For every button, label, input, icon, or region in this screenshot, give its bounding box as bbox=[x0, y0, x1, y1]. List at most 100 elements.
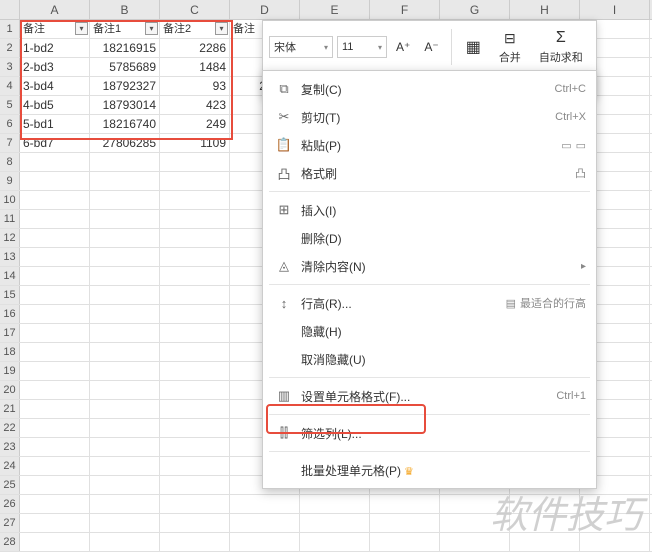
cell-B13[interactable] bbox=[90, 248, 160, 266]
row-header[interactable]: 24 bbox=[0, 457, 20, 475]
cell-C4[interactable]: 93 bbox=[160, 77, 230, 95]
cell-D28[interactable] bbox=[230, 533, 300, 551]
row-header[interactable]: 18 bbox=[0, 343, 20, 361]
cell-A16[interactable] bbox=[20, 305, 90, 323]
row-header[interactable]: 15 bbox=[0, 286, 20, 304]
cell-A15[interactable] bbox=[20, 286, 90, 304]
cell-D27[interactable] bbox=[230, 514, 300, 532]
paste-options[interactable]: ▭▭ bbox=[561, 139, 586, 152]
cell-B14[interactable] bbox=[90, 267, 160, 285]
row-header[interactable]: 20 bbox=[0, 381, 20, 399]
autosum-button[interactable]: Σ自动求和 bbox=[532, 25, 590, 69]
row-header[interactable]: 2 bbox=[0, 39, 20, 57]
cell-A26[interactable] bbox=[20, 495, 90, 513]
row-header[interactable]: 28 bbox=[0, 533, 20, 551]
cell-H28[interactable] bbox=[510, 533, 580, 551]
cell-C25[interactable] bbox=[160, 476, 230, 494]
col-header-E[interactable]: E bbox=[300, 0, 370, 19]
cell-I26[interactable] bbox=[580, 495, 650, 513]
cell-B12[interactable] bbox=[90, 229, 160, 247]
cell-C23[interactable] bbox=[160, 438, 230, 456]
cell-C17[interactable] bbox=[160, 324, 230, 342]
cell-C2[interactable]: 2286 bbox=[160, 39, 230, 57]
cell-A17[interactable] bbox=[20, 324, 90, 342]
table-style-button[interactable]: ▦ bbox=[459, 25, 488, 69]
cell-B6[interactable]: 18216740 bbox=[90, 115, 160, 133]
row-header[interactable]: 12 bbox=[0, 229, 20, 247]
row-header[interactable]: 4 bbox=[0, 77, 20, 95]
row-header[interactable]: 1 bbox=[0, 20, 20, 38]
cell-B27[interactable] bbox=[90, 514, 160, 532]
col-header-H[interactable]: H bbox=[510, 0, 580, 19]
cell-C12[interactable] bbox=[160, 229, 230, 247]
row-header[interactable]: 10 bbox=[0, 191, 20, 209]
cell-B2[interactable]: 18216915 bbox=[90, 39, 160, 57]
cell-A22[interactable] bbox=[20, 419, 90, 437]
menu-delete[interactable]: 删除(D) bbox=[263, 224, 596, 252]
menu-format-cells[interactable]: ▥ 设置单元格格式(F)... Ctrl+1 bbox=[263, 382, 596, 410]
cell-C10[interactable] bbox=[160, 191, 230, 209]
cell-C21[interactable] bbox=[160, 400, 230, 418]
cell-A3[interactable]: 2-bd3 bbox=[20, 58, 90, 76]
col-header-C[interactable]: C bbox=[160, 0, 230, 19]
cell-A20[interactable] bbox=[20, 381, 90, 399]
cell-A6[interactable]: 5-bd1 bbox=[20, 115, 90, 133]
cell-C6[interactable]: 249 bbox=[160, 115, 230, 133]
cell-C22[interactable] bbox=[160, 419, 230, 437]
row-header[interactable]: 8 bbox=[0, 153, 20, 171]
cell-C7[interactable]: 1109 bbox=[160, 134, 230, 152]
cell-A18[interactable] bbox=[20, 343, 90, 361]
cell-B10[interactable] bbox=[90, 191, 160, 209]
cell-A27[interactable] bbox=[20, 514, 90, 532]
col-header-I[interactable]: I bbox=[580, 0, 650, 19]
cell-A13[interactable] bbox=[20, 248, 90, 266]
cell-A25[interactable] bbox=[20, 476, 90, 494]
cell-B17[interactable] bbox=[90, 324, 160, 342]
paint-option[interactable]: 凸 bbox=[575, 165, 586, 181]
menu-format-painter[interactable]: 凸 格式刷 凸 bbox=[263, 159, 596, 187]
menu-clear[interactable]: ◬ 清除内容(N) ▸ bbox=[263, 252, 596, 280]
cell-C24[interactable] bbox=[160, 457, 230, 475]
col-header-G[interactable]: G bbox=[440, 0, 510, 19]
cell-B4[interactable]: 18792327 bbox=[90, 77, 160, 95]
cell-B21[interactable] bbox=[90, 400, 160, 418]
cell-B20[interactable] bbox=[90, 381, 160, 399]
cell-B5[interactable]: 18793014 bbox=[90, 96, 160, 114]
select-all-corner[interactable] bbox=[0, 0, 20, 19]
best-row-height[interactable]: ▤最适合的行高 bbox=[506, 295, 586, 311]
row-header[interactable]: 14 bbox=[0, 267, 20, 285]
cell-A9[interactable] bbox=[20, 172, 90, 190]
cell-A24[interactable] bbox=[20, 457, 90, 475]
menu-batch-process[interactable]: 批量处理单元格(P)♛ bbox=[263, 456, 596, 484]
cell-C15[interactable] bbox=[160, 286, 230, 304]
font-select[interactable]: 宋体▾ bbox=[269, 36, 333, 58]
cell-A23[interactable] bbox=[20, 438, 90, 456]
row-header[interactable]: 19 bbox=[0, 362, 20, 380]
cell-C27[interactable] bbox=[160, 514, 230, 532]
row-header[interactable]: 17 bbox=[0, 324, 20, 342]
increase-font-button[interactable]: A⁺ bbox=[391, 36, 415, 58]
col-header-B[interactable]: B bbox=[90, 0, 160, 19]
col-header-F[interactable]: F bbox=[370, 0, 440, 19]
cell-C16[interactable] bbox=[160, 305, 230, 323]
cell-A28[interactable] bbox=[20, 533, 90, 551]
cell-F26[interactable] bbox=[370, 495, 440, 513]
cell-G26[interactable] bbox=[440, 495, 510, 513]
cell-B24[interactable] bbox=[90, 457, 160, 475]
menu-row-height[interactable]: ↕ 行高(R)... ▤最适合的行高 bbox=[263, 289, 596, 317]
font-size-select[interactable]: 11▾ bbox=[337, 36, 387, 58]
row-header[interactable]: 6 bbox=[0, 115, 20, 133]
cell-D26[interactable] bbox=[230, 495, 300, 513]
cell-B11[interactable] bbox=[90, 210, 160, 228]
cell-A7[interactable]: 6-bd7 bbox=[20, 134, 90, 152]
col-header-D[interactable]: D bbox=[230, 0, 300, 19]
menu-unhide[interactable]: 取消隐藏(U) bbox=[263, 345, 596, 373]
menu-filter-column[interactable]: ⫿⫿ 筛选列(L)... bbox=[263, 419, 596, 447]
cell-C9[interactable] bbox=[160, 172, 230, 190]
row-header[interactable]: 27 bbox=[0, 514, 20, 532]
cell-A2[interactable]: 1-bd2 bbox=[20, 39, 90, 57]
row-header[interactable]: 16 bbox=[0, 305, 20, 323]
cell-C28[interactable] bbox=[160, 533, 230, 551]
col-header-A[interactable]: A bbox=[20, 0, 90, 19]
menu-copy[interactable]: ⧉ 复制(C) Ctrl+C bbox=[263, 75, 596, 103]
